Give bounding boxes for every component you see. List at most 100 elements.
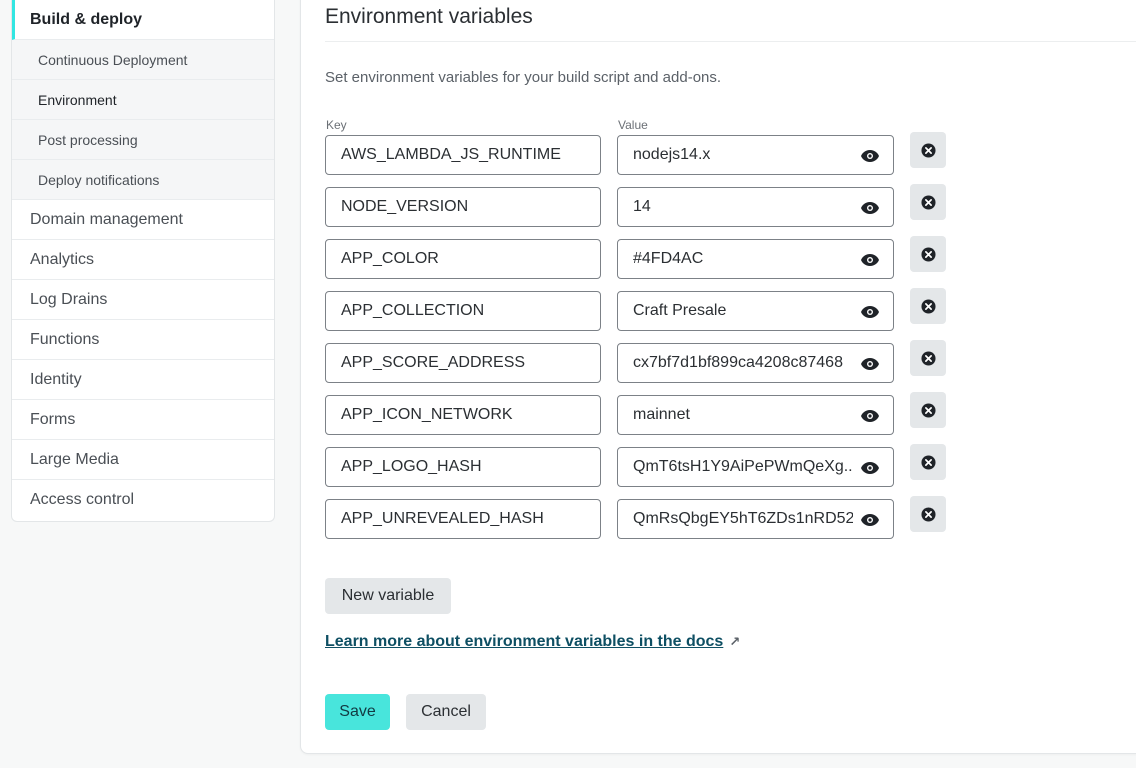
close-circle-icon xyxy=(920,142,936,158)
close-circle-icon xyxy=(920,246,936,262)
sidebar-subitem-post-processing[interactable]: Post processing xyxy=(12,120,274,160)
variable-value-text: 14 xyxy=(633,198,651,215)
variable-key-text: AWS_LAMBDA_JS_RUNTIME xyxy=(341,146,561,163)
variable-key-text: APP_UNREVEALED_HASH xyxy=(341,510,544,527)
variable-key-input[interactable]: APP_COLOR xyxy=(325,239,601,279)
eye-icon[interactable] xyxy=(861,513,879,526)
sidebar-item-label: Domain management xyxy=(30,210,183,228)
section-description: Set environment variables for your build… xyxy=(325,69,722,86)
external-link-icon: ↗ xyxy=(729,634,741,649)
eye-icon[interactable] xyxy=(861,149,879,162)
variable-row: NODE_VERSION 14 xyxy=(325,184,965,239)
eye-icon[interactable] xyxy=(861,305,879,318)
sidebar-item-domain-management[interactable]: Domain management xyxy=(12,200,274,240)
remove-variable-button[interactable] xyxy=(910,288,946,324)
eye-icon[interactable] xyxy=(861,461,879,474)
variable-row: APP_COLLECTION Craft Presale xyxy=(325,288,965,343)
variable-value-input[interactable]: QmT6tsH1Y9AiPePWmQeXg... xyxy=(617,447,894,487)
value-column-label: Value xyxy=(618,118,648,132)
variable-key-input[interactable]: APP_COLLECTION xyxy=(325,291,601,331)
remove-variable-button[interactable] xyxy=(910,392,946,428)
new-variable-button[interactable]: New variable xyxy=(325,578,451,614)
sidebar-item-access-control[interactable]: Access control xyxy=(12,480,274,520)
sidebar-item-identity[interactable]: Identity xyxy=(12,360,274,400)
variable-value-text: nodejs14.x xyxy=(633,146,711,163)
remove-variable-button[interactable] xyxy=(910,132,946,168)
sidebar-item-label: Large Media xyxy=(30,450,119,468)
sidebar-item-label: Build & deploy xyxy=(30,10,142,28)
variable-key-text: APP_SCORE_ADDRESS xyxy=(341,354,526,371)
variable-value-input[interactable]: #4FD4AC xyxy=(617,239,894,279)
docs-link-label: Learn more about environment variables i… xyxy=(325,633,724,650)
variable-key-input[interactable]: APP_SCORE_ADDRESS xyxy=(325,343,601,383)
close-circle-icon xyxy=(920,506,936,522)
sidebar-subitem-continuous-deployment[interactable]: Continuous Deployment xyxy=(12,40,274,80)
sidebar-item-log-drains[interactable]: Log Drains xyxy=(12,280,274,320)
variable-key-text: NODE_VERSION xyxy=(341,198,469,215)
remove-variable-button[interactable] xyxy=(910,340,946,376)
variable-row: APP_LOGO_HASH QmT6tsH1Y9AiPePWmQeXg... xyxy=(325,444,965,499)
variable-value-text: QmT6tsH1Y9AiPePWmQeXg... xyxy=(633,458,853,475)
variable-key-text: APP_COLOR xyxy=(341,250,439,267)
close-circle-icon xyxy=(920,454,936,470)
close-circle-icon xyxy=(920,298,936,314)
sidebar-subitem-label: Post processing xyxy=(38,131,138,148)
variable-key-input[interactable]: APP_LOGO_HASH xyxy=(325,447,601,487)
environment-variables-card: Environment variables Set environment va… xyxy=(300,0,1136,754)
variable-row: APP_ICON_NETWORK mainnet xyxy=(325,392,965,447)
sidebar-item-large-media[interactable]: Large Media xyxy=(12,440,274,480)
variable-value-text: Craft Presale xyxy=(633,302,727,319)
docs-link[interactable]: Learn more about environment variables i… xyxy=(325,633,740,651)
eye-icon[interactable] xyxy=(861,201,879,214)
sidebar-item-analytics[interactable]: Analytics xyxy=(12,240,274,280)
variable-key-input[interactable]: NODE_VERSION xyxy=(325,187,601,227)
variable-key-text: APP_LOGO_HASH xyxy=(341,458,482,475)
save-button[interactable]: Save xyxy=(325,694,390,730)
eye-icon[interactable] xyxy=(861,409,879,422)
variable-value-input[interactable]: cx7bf7d1bf899ca4208c87468 xyxy=(617,343,894,383)
title-divider xyxy=(325,41,1136,42)
remove-variable-button[interactable] xyxy=(910,496,946,532)
sidebar-item-build-deploy[interactable]: Build & deploy xyxy=(12,0,274,40)
variable-key-text: APP_COLLECTION xyxy=(341,302,485,319)
sidebar-item-label: Access control xyxy=(30,491,135,508)
key-column-label: Key xyxy=(326,118,347,132)
cancel-button[interactable]: Cancel xyxy=(406,694,486,730)
sidebar-item-label: Identity xyxy=(30,370,82,388)
sidebar-subitem-deploy-notifications[interactable]: Deploy notifications xyxy=(12,160,274,200)
variable-value-text: mainnet xyxy=(633,406,690,423)
variable-value-input[interactable]: mainnet xyxy=(617,395,894,435)
variable-value-input[interactable]: Craft Presale xyxy=(617,291,894,331)
sidebar-item-label: Log Drains xyxy=(30,290,108,308)
variable-key-input[interactable]: APP_UNREVEALED_HASH xyxy=(325,499,601,539)
variable-key-text: APP_ICON_NETWORK xyxy=(341,406,513,423)
sidebar-item-functions[interactable]: Functions xyxy=(12,320,274,360)
variable-row: APP_COLOR #4FD4AC xyxy=(325,236,965,291)
variable-row: APP_UNREVEALED_HASH QmRsQbgEY5hT6ZDs1nRD5… xyxy=(325,496,965,551)
close-circle-icon xyxy=(920,350,936,366)
remove-variable-button[interactable] xyxy=(910,236,946,272)
sidebar-item-label: Forms xyxy=(30,410,76,428)
close-circle-icon xyxy=(920,194,936,210)
variable-value-text: cx7bf7d1bf899ca4208c87468 xyxy=(633,354,843,371)
variable-value-input[interactable]: nodejs14.x xyxy=(617,135,894,175)
variable-value-text: QmRsQbgEY5hT6ZDs1nRD52 xyxy=(633,510,853,527)
close-circle-icon xyxy=(920,402,936,418)
eye-icon[interactable] xyxy=(861,253,879,266)
variable-value-input[interactable]: 14 xyxy=(617,187,894,227)
remove-variable-button[interactable] xyxy=(910,444,946,480)
variable-value-text: #4FD4AC xyxy=(633,250,704,267)
page-title: Environment variables xyxy=(325,5,533,28)
variable-key-input[interactable]: AWS_LAMBDA_JS_RUNTIME xyxy=(325,135,601,175)
remove-variable-button[interactable] xyxy=(910,184,946,220)
settings-sidebar: Build & deploy Continuous Deployment Env… xyxy=(11,0,275,522)
sidebar-item-label: Functions xyxy=(30,330,100,348)
variable-row: APP_SCORE_ADDRESS cx7bf7d1bf899ca4208c874… xyxy=(325,340,965,395)
sidebar-subitem-label: Deploy notifications xyxy=(38,171,160,188)
sidebar-item-forms[interactable]: Forms xyxy=(12,400,274,440)
variable-value-input[interactable]: QmRsQbgEY5hT6ZDs1nRD52 xyxy=(617,499,894,539)
variable-list: AWS_LAMBDA_JS_RUNTIME nodejs14.x NODE_VERS… xyxy=(325,132,965,551)
sidebar-subitem-environment[interactable]: Environment xyxy=(12,80,274,120)
variable-key-input[interactable]: APP_ICON_NETWORK xyxy=(325,395,601,435)
eye-icon[interactable] xyxy=(861,357,879,370)
